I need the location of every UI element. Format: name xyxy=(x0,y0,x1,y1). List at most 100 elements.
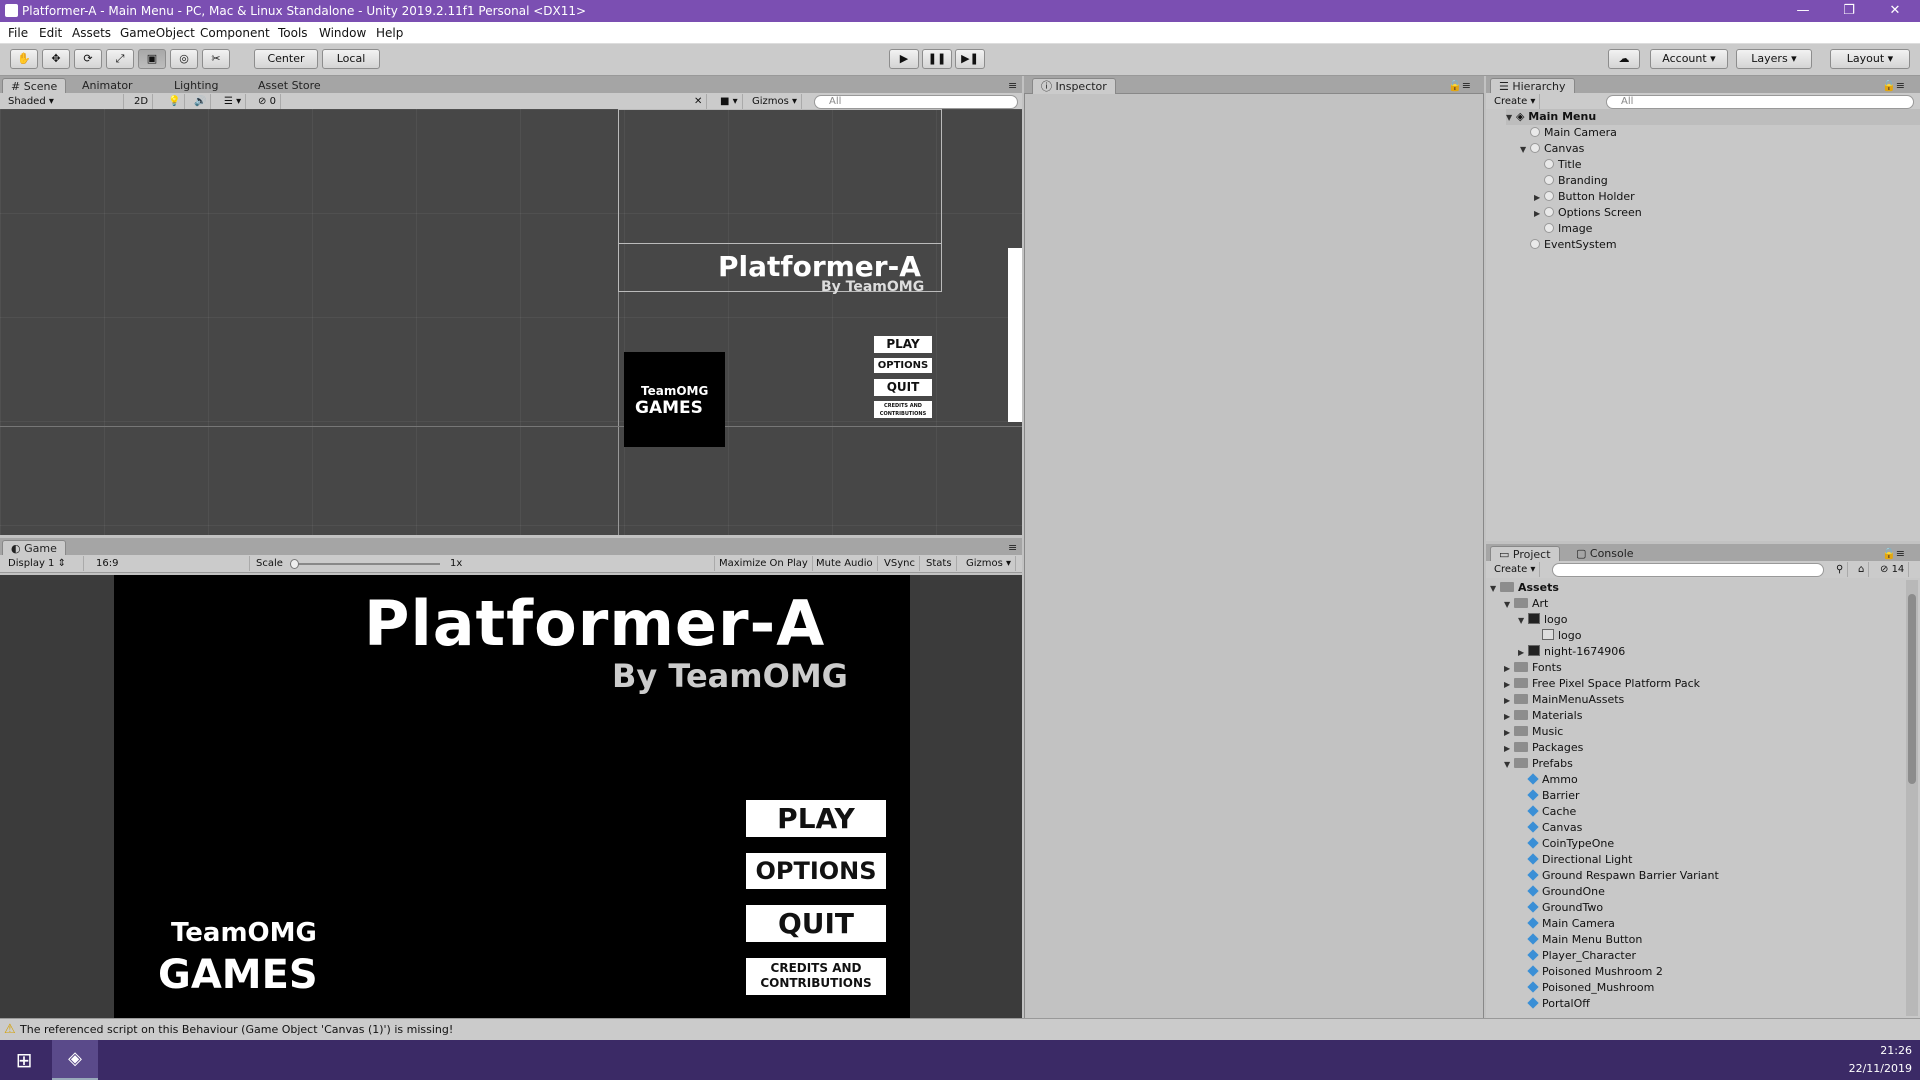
rotate-tool-icon[interactable]: ⟳ xyxy=(74,49,102,69)
expand-arrow-icon[interactable]: ▼ xyxy=(1506,110,1516,126)
game-credits-button[interactable]: CREDITS AND CONTRIBUTIONS xyxy=(746,958,886,995)
hierarchy-create-dropdown[interactable]: Create ▾ xyxy=(1490,94,1541,109)
expand-arrow-icon[interactable]: ▶ xyxy=(1504,725,1514,741)
custom-tool-icon[interactable]: ✂ xyxy=(202,49,230,69)
project-item[interactable]: Ammo xyxy=(1518,772,1578,788)
menu-component[interactable]: Component xyxy=(200,26,270,40)
menu-window[interactable]: Window xyxy=(319,26,366,40)
project-create-dropdown[interactable]: Create ▾ xyxy=(1490,562,1541,577)
project-item[interactable]: ▼ Prefabs xyxy=(1504,756,1573,772)
scale-tool-icon[interactable]: ⤢ xyxy=(106,49,134,69)
project-item[interactable]: Directional Light xyxy=(1518,852,1632,868)
hidden-objects-toggle[interactable]: ⊘ 0 xyxy=(254,94,281,109)
hierarchy-item[interactable]: EventSystem xyxy=(1520,237,1617,253)
game-quit-button[interactable]: QUIT xyxy=(746,905,886,942)
filter-by-label-icon[interactable]: ⌂ xyxy=(1854,562,1870,577)
status-message[interactable]: The referenced script on this Behaviour … xyxy=(20,1023,453,1036)
expand-arrow-icon[interactable]: ▶ xyxy=(1504,661,1514,677)
inspector-lock-icon[interactable]: 🔒≡ xyxy=(1440,78,1479,94)
expand-arrow-icon[interactable]: ▼ xyxy=(1490,581,1500,597)
layers-dropdown[interactable]: Layers ▾ xyxy=(1736,49,1812,69)
project-item[interactable]: ▶ Free Pixel Space Platform Pack xyxy=(1504,676,1700,692)
expand-arrow-icon[interactable]: ▼ xyxy=(1504,757,1514,773)
pause-button[interactable]: ❚❚ xyxy=(922,49,952,69)
taskbar-time[interactable]: 21:26 xyxy=(1856,1044,1912,1057)
menu-assets[interactable]: Assets xyxy=(72,26,111,40)
hierarchy-item[interactable]: ▶ Options Screen xyxy=(1534,205,1642,221)
hierarchy-item[interactable]: ▼ Canvas xyxy=(1520,141,1584,157)
tab-scene[interactable]: # Scene xyxy=(2,78,67,94)
hierarchy-lock-icon[interactable]: 🔒≡ xyxy=(1874,78,1913,94)
shading-dropdown[interactable]: Shaded ▾ xyxy=(4,94,124,109)
project-item[interactable]: ▶ Packages xyxy=(1504,740,1583,756)
mute-audio-toggle[interactable]: Mute Audio xyxy=(812,556,878,571)
expand-arrow-icon[interactable]: ▶ xyxy=(1534,190,1544,206)
toggle-2d[interactable]: 2D xyxy=(130,94,154,109)
stats-toggle[interactable]: Stats xyxy=(922,556,957,571)
project-item[interactable]: Main Menu Button xyxy=(1518,932,1642,948)
windows-start-icon[interactable]: ⊞ xyxy=(0,1040,48,1080)
project-item[interactable]: Player_Character xyxy=(1518,948,1636,964)
layout-dropdown[interactable]: Layout ▾ xyxy=(1830,49,1910,69)
scale-slider-thumb[interactable] xyxy=(290,559,299,569)
tab-project[interactable]: ▭ Project xyxy=(1490,546,1560,562)
expand-arrow-icon[interactable]: ▶ xyxy=(1518,645,1528,661)
rect-tool-icon[interactable]: ▣ xyxy=(138,49,166,69)
aspect-dropdown[interactable]: 16:9 xyxy=(92,556,250,571)
project-item[interactable]: Poisoned_Mushroom xyxy=(1518,980,1654,996)
tab-game[interactable]: ◐ Game xyxy=(2,540,66,556)
expand-arrow-icon[interactable]: ▶ xyxy=(1504,677,1514,693)
project-item[interactable]: ▼ logo xyxy=(1518,612,1568,628)
tab-console[interactable]: ▢ Console xyxy=(1568,546,1642,562)
tab-animator[interactable]: Animator xyxy=(74,78,141,94)
scene-gizmos-dropdown[interactable]: Gizmos ▾ xyxy=(748,94,803,109)
expand-arrow-icon[interactable]: ▶ xyxy=(1534,206,1544,222)
project-item[interactable]: ▶ Music xyxy=(1504,724,1563,740)
hierarchy-item[interactable]: Title xyxy=(1534,157,1582,173)
expand-arrow-icon[interactable]: ▶ xyxy=(1504,741,1514,757)
scene-search-input[interactable]: All xyxy=(814,95,1018,109)
unity-taskbar-icon[interactable]: ◈ xyxy=(52,1040,98,1080)
expand-arrow-icon[interactable]: ▼ xyxy=(1504,597,1514,613)
menu-tools[interactable]: Tools xyxy=(278,26,308,40)
expand-arrow-icon[interactable]: ▶ xyxy=(1504,709,1514,725)
step-button[interactable]: ▶❚ xyxy=(955,49,985,69)
project-item[interactable]: Main Camera xyxy=(1518,916,1615,932)
hand-tool-icon[interactable]: ✋ xyxy=(10,49,38,69)
project-item[interactable]: ▶ MainMenuAssets xyxy=(1504,692,1624,708)
account-dropdown[interactable]: Account ▾ xyxy=(1650,49,1728,69)
project-item[interactable]: Barrier xyxy=(1518,788,1580,804)
scale-slider-track[interactable] xyxy=(290,563,440,565)
game-panel-menu-icon[interactable]: ≡ xyxy=(1000,540,1025,556)
panel-menu-icon[interactable]: ≡ xyxy=(1000,78,1025,94)
hierarchy-item[interactable]: Image xyxy=(1534,221,1592,237)
audio-toggle-icon[interactable]: 🔊 xyxy=(190,94,212,109)
menu-edit[interactable]: Edit xyxy=(39,26,62,40)
project-scrollbar-thumb[interactable] xyxy=(1908,594,1916,784)
transform-tool-icon[interactable]: ◎ xyxy=(170,49,198,69)
move-tool-icon[interactable]: ✥ xyxy=(42,49,70,69)
maximize-button[interactable]: ❐ xyxy=(1826,0,1872,22)
pivot-center-button[interactable]: Center xyxy=(254,49,318,69)
filter-by-type-icon[interactable]: ⚲ xyxy=(1832,562,1849,577)
project-assets-root[interactable]: ▼ Assets xyxy=(1490,580,1559,596)
project-item[interactable]: ▶ Materials xyxy=(1504,708,1582,724)
camera-settings-icon[interactable]: ■ ▾ xyxy=(716,94,743,109)
close-button[interactable]: ✕ xyxy=(1872,0,1918,22)
play-button[interactable]: ▶ xyxy=(889,49,919,69)
pivot-local-button[interactable]: Local xyxy=(322,49,380,69)
game-options-button[interactable]: OPTIONS xyxy=(746,853,886,889)
effects-toggle-icon[interactable]: ☰ ▾ xyxy=(220,94,247,109)
tab-lighting[interactable]: Lighting xyxy=(166,78,226,94)
scene-viewport[interactable]: Platformer-A By TeamOMG TeamOMG GAMES PL… xyxy=(0,109,1022,535)
project-item[interactable]: Ground Respawn Barrier Variant xyxy=(1518,868,1719,884)
lighting-toggle-icon[interactable]: 💡 xyxy=(164,94,186,109)
project-item[interactable]: logo xyxy=(1532,628,1582,644)
tab-inspector[interactable]: ⓘ Inspector xyxy=(1032,78,1116,94)
display-dropdown[interactable]: Display 1 ⇕ xyxy=(4,556,84,571)
project-item[interactable]: Poisoned Mushroom 2 xyxy=(1518,964,1663,980)
hierarchy-item[interactable]: ▶ Button Holder xyxy=(1534,189,1635,205)
tab-hierarchy[interactable]: ☰ Hierarchy xyxy=(1490,78,1575,94)
hidden-packages-toggle[interactable]: ⊘ 14 xyxy=(1876,562,1910,577)
menu-gameobject[interactable]: GameObject xyxy=(120,26,195,40)
